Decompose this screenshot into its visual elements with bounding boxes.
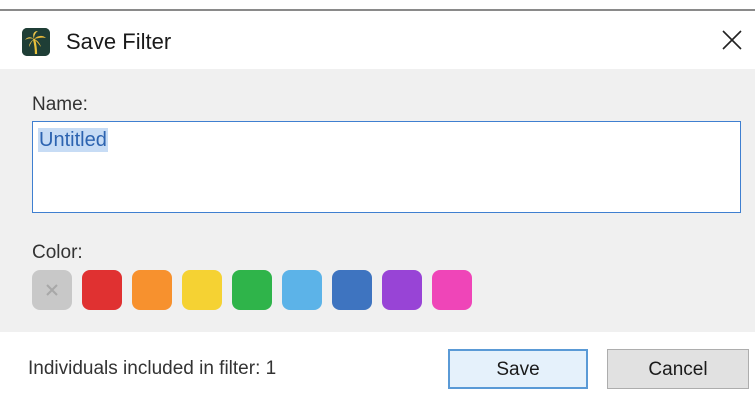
color-label: Color: (32, 242, 83, 263)
color-swatch-red[interactable] (82, 270, 122, 310)
color-swatch-green[interactable] (232, 270, 272, 310)
dialog-footer: Individuals included in filter: 1 Save C… (0, 332, 755, 398)
save-filter-dialog: Save Filter Name: Untitled Color: Indivi… (0, 0, 755, 398)
color-swatch-blue[interactable] (332, 270, 372, 310)
color-swatch-pink[interactable] (432, 270, 472, 310)
color-swatch-yellow[interactable] (182, 270, 222, 310)
close-icon (46, 284, 58, 296)
save-button[interactable]: Save (448, 349, 588, 389)
color-swatch-none[interactable] (32, 270, 72, 310)
dialog-title: Save Filter (66, 29, 172, 54)
close-icon (722, 30, 742, 50)
cancel-button[interactable]: Cancel (607, 349, 749, 389)
dialog-body: Name: Untitled Color: (0, 69, 755, 332)
individuals-count-text: Individuals included in filter: 1 (28, 358, 277, 379)
color-swatch-purple[interactable] (382, 270, 422, 310)
palm-tree-icon (22, 28, 50, 56)
color-swatch-orange[interactable] (132, 270, 172, 310)
title-bar: Save Filter (0, 11, 755, 69)
name-input-value: Untitled (38, 128, 108, 152)
name-label: Name: (32, 94, 88, 115)
name-input[interactable]: Untitled (32, 121, 741, 213)
color-swatch-light-blue[interactable] (282, 270, 322, 310)
close-button[interactable] (717, 25, 747, 55)
color-swatches (32, 270, 482, 310)
